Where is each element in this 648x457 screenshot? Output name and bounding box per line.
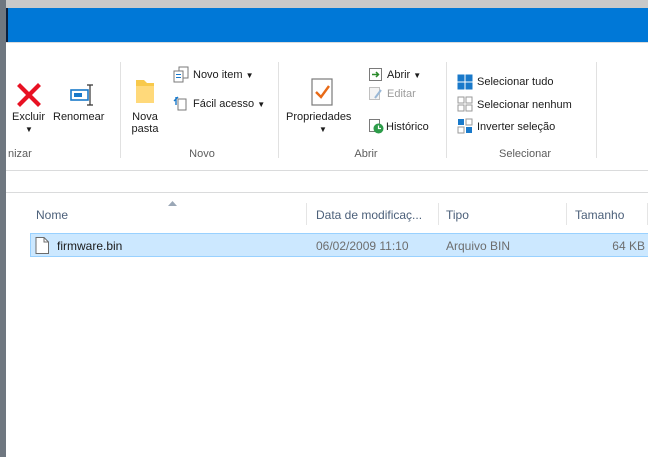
organize-group-label: nizar [8, 148, 32, 160]
column-header-size[interactable]: Tamanho [575, 208, 624, 222]
edit-button-label: Editar [387, 88, 416, 100]
easy-access-icon[interactable] [172, 95, 190, 113]
new-item-button[interactable]: Novo item ▼ [193, 69, 254, 82]
group-separator [596, 62, 597, 158]
file-explorer-window: Excluir ▼ Renomear nizar Nova pasta Novo… [0, 0, 648, 457]
edit-icon [368, 86, 383, 101]
file-size: 64 KB [612, 239, 645, 253]
select-all-icon[interactable] [457, 74, 473, 90]
column-headers: Nome Data de modificaç... Tipo Tamanho [6, 201, 648, 225]
delete-icon[interactable] [16, 82, 42, 108]
group-separator [120, 62, 121, 158]
group-separator [446, 62, 447, 158]
open-icon[interactable] [368, 67, 383, 82]
column-divider[interactable] [306, 203, 307, 225]
rename-icon[interactable] [68, 80, 98, 110]
title-bar-fill [6, 8, 648, 42]
column-header-date[interactable]: Data de modificaç... [316, 208, 422, 222]
group-separator [278, 62, 279, 158]
column-divider[interactable] [566, 203, 567, 225]
delete-dropdown-arrow[interactable]: ▼ [25, 124, 33, 136]
properties-icon[interactable] [309, 76, 335, 108]
open-button[interactable]: Abrir ▼ [387, 69, 421, 82]
history-button-label[interactable]: Histórico [386, 121, 429, 133]
history-icon[interactable] [368, 118, 384, 134]
sort-ascending-icon [168, 197, 177, 206]
new-folder-icon[interactable] [132, 76, 158, 106]
delete-button-label[interactable]: Excluir [12, 111, 45, 123]
ribbon-top-divider [6, 42, 648, 43]
easy-access-button[interactable]: Fácil acesso ▼ [193, 98, 265, 111]
file-type: Arquivo BIN [446, 239, 511, 253]
file-icon [35, 237, 49, 254]
select-group-label: Selecionar [499, 148, 551, 160]
open-group-label: Abrir [354, 148, 378, 160]
new-item-icon[interactable] [172, 65, 190, 83]
new-folder-label-line2[interactable]: pasta [128, 123, 162, 135]
invert-selection-icon[interactable] [457, 118, 473, 134]
rename-button-label[interactable]: Renomear [53, 111, 104, 123]
title-bar[interactable] [6, 0, 648, 42]
file-date: 06/02/2009 11:10 [316, 239, 409, 253]
file-name[interactable]: firmware.bin [57, 239, 122, 253]
file-row[interactable]: firmware.bin 06/02/2009 11:10 Arquivo BI… [30, 233, 648, 257]
invert-selection-button-label[interactable]: Inverter seleção [477, 121, 555, 133]
column-header-type[interactable]: Tipo [446, 208, 469, 222]
properties-button-label[interactable]: Propriedades [286, 111, 351, 123]
new-group-label: Novo [189, 148, 215, 160]
column-header-name[interactable]: Nome [36, 208, 68, 222]
select-all-button-label[interactable]: Selecionar tudo [477, 76, 553, 88]
select-none-icon[interactable] [457, 96, 473, 112]
new-folder-label-line1[interactable]: Nova [128, 111, 162, 123]
column-divider[interactable] [438, 203, 439, 225]
properties-dropdown-arrow[interactable]: ▼ [319, 124, 327, 136]
address-bar[interactable] [6, 170, 648, 193]
select-none-button-label[interactable]: Selecionar nenhum [477, 99, 572, 111]
title-bar-edge [6, 8, 8, 42]
